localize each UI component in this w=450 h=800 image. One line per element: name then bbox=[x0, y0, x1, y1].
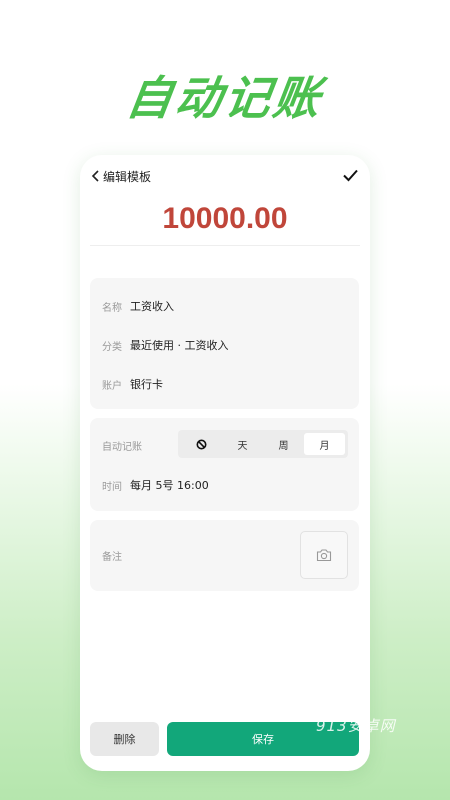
account-label: 账户 bbox=[102, 381, 122, 392]
delete-button[interactable]: 删除 bbox=[90, 722, 159, 756]
name-label: 名称 bbox=[102, 303, 122, 314]
check-icon[interactable] bbox=[343, 169, 358, 182]
time-label: 时间 bbox=[102, 482, 122, 493]
details-card: 名称 工资收入 分类 最近使用 · 工资收入 账户 银行卡 bbox=[90, 278, 359, 409]
auto-record-label: 自动记账 bbox=[102, 442, 142, 453]
category-value[interactable]: 最近使用 · 工资收入 bbox=[130, 337, 229, 353]
frequency-month[interactable]: 月 bbox=[304, 433, 345, 455]
frequency-selector: 天 周 月 bbox=[178, 430, 348, 458]
category-label: 分类 bbox=[102, 342, 122, 353]
phone-screen: 编辑模板 10000.00 名称 工资收入 分类 最近使用 · 工资收入 账户 … bbox=[80, 155, 370, 771]
chevron-left-icon[interactable] bbox=[91, 170, 101, 182]
ban-icon bbox=[196, 439, 207, 449]
note-card: 备注 bbox=[90, 520, 359, 591]
page-title: 编辑模板 bbox=[103, 170, 152, 184]
watermark: 913安卓网 bbox=[316, 717, 396, 735]
promo-title: 自动记账 bbox=[122, 71, 327, 125]
time-value[interactable]: 每月 5号 16:00 bbox=[130, 477, 209, 493]
name-value[interactable]: 工资收入 bbox=[130, 298, 174, 314]
add-photo-button[interactable] bbox=[300, 531, 348, 579]
camera-icon bbox=[316, 549, 332, 562]
account-value[interactable]: 银行卡 bbox=[130, 376, 163, 392]
nav-bar: 编辑模板 bbox=[80, 155, 370, 199]
amount-display[interactable]: 10000.00 bbox=[80, 202, 370, 236]
frequency-day[interactable]: 天 bbox=[222, 433, 263, 455]
frequency-none[interactable] bbox=[181, 433, 222, 455]
divider bbox=[90, 245, 360, 246]
note-label[interactable]: 备注 bbox=[102, 548, 122, 563]
frequency-week[interactable]: 周 bbox=[263, 433, 304, 455]
auto-record-card: 自动记账 天 周 月 时间 每月 5号 16:00 bbox=[90, 418, 359, 511]
